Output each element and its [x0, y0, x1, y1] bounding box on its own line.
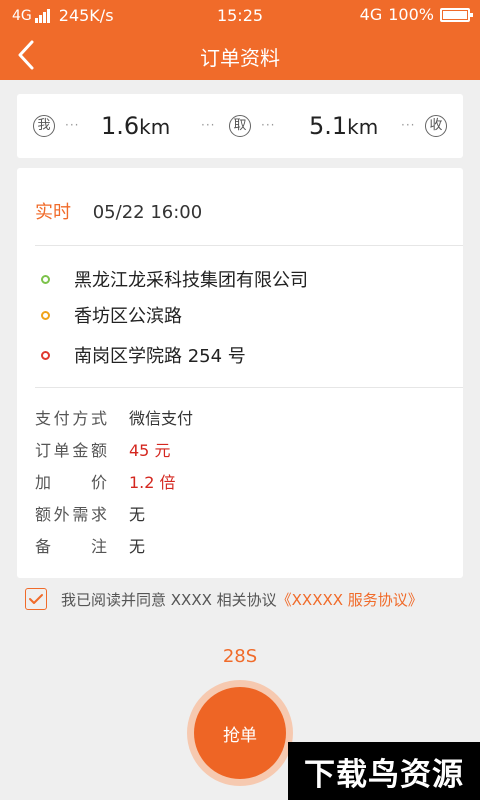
grab-button-ring: 抢单	[187, 680, 293, 786]
distance-to-receive: 5.1km	[309, 112, 378, 140]
address-text: 香坊区公滨路	[74, 306, 182, 327]
agreement-checkbox[interactable]	[25, 588, 47, 610]
distance-value: 5.1	[309, 112, 348, 140]
start-dot-icon	[41, 274, 50, 284]
me-marker: 我	[33, 115, 55, 137]
info-label: 额外需求	[35, 505, 107, 524]
info-value: 1.2 倍	[129, 473, 176, 492]
pickup-dot-icon	[41, 310, 50, 320]
page-title: 订单资料	[200, 46, 280, 70]
dots: ···	[261, 118, 276, 132]
receive-marker: 收	[425, 115, 447, 137]
info-label: 支付方式	[35, 409, 107, 428]
dots: ···	[65, 118, 80, 132]
order-card: 实时 05/22 16:00 黑龙江龙采科技集团有限公司 香坊区公滨路 南岗区学…	[17, 168, 463, 578]
divider	[35, 245, 463, 246]
grab-order-button[interactable]: 抢单	[194, 687, 286, 779]
address-pickup: 香坊区公滨路	[41, 302, 182, 328]
distance-value: 1.6	[101, 112, 140, 140]
battery-level: 100%	[388, 5, 434, 24]
status-bar: 4G 245K/s 15:25 4G 100%	[0, 0, 480, 30]
agreement-row: 我已阅读并同意 XXXX 相关协议 《XXXXX 服务协议》	[25, 588, 423, 610]
info-label: 加价	[35, 473, 107, 492]
pickup-marker: 取	[229, 115, 251, 137]
watermark-logo: 下载鸟资源	[288, 742, 480, 800]
info-value: 无	[129, 505, 146, 524]
info-row-markup: 加价 1.2 倍	[35, 469, 176, 493]
time-type: 实时	[35, 202, 71, 223]
distance-unit: km	[347, 115, 379, 139]
time-row: 实时 05/22 16:00	[35, 198, 202, 224]
distance-unit: km	[139, 115, 171, 139]
info-label: 订单金额	[35, 441, 107, 460]
distance-card: 我 ··· 1.6km ··· 取 ··· 5.1km ··· 收	[17, 94, 463, 158]
agreement-text: 我已阅读并同意 XXXX 相关协议	[61, 590, 277, 609]
info-value: 无	[129, 537, 146, 556]
info-row-payment: 支付方式 微信支付	[35, 405, 193, 429]
dots: ···	[401, 118, 416, 132]
nav-bar: 订单资料	[0, 30, 480, 80]
battery-icon	[440, 7, 473, 22]
agreement-link[interactable]: 《XXXXX 服务协议》	[277, 589, 423, 610]
info-value: 微信支付	[129, 409, 194, 428]
address-text: 黑龙江龙采科技集团有限公司	[74, 270, 308, 291]
address-text: 南岗区学院路 254 号	[74, 346, 246, 367]
address-destination: 南岗区学院路 254 号	[41, 342, 246, 368]
network-type-right: 4G	[359, 5, 383, 24]
checkmark-icon	[29, 594, 43, 604]
divider	[35, 387, 463, 388]
info-row-extra: 额外需求 无	[35, 501, 145, 525]
order-time: 05/22 16:00	[92, 202, 203, 223]
dots: ···	[201, 118, 216, 132]
info-row-note: 备注 无	[35, 533, 145, 557]
countdown-timer: 28S	[222, 646, 258, 667]
address-start: 黑龙江龙采科技集团有限公司	[41, 266, 308, 292]
destination-dot-icon	[41, 350, 50, 360]
info-label: 备注	[35, 537, 107, 556]
info-value: 45 元	[129, 441, 171, 460]
info-row-amount: 订单金额 45 元	[35, 437, 170, 461]
distance-to-pickup: 1.6km	[101, 112, 170, 140]
